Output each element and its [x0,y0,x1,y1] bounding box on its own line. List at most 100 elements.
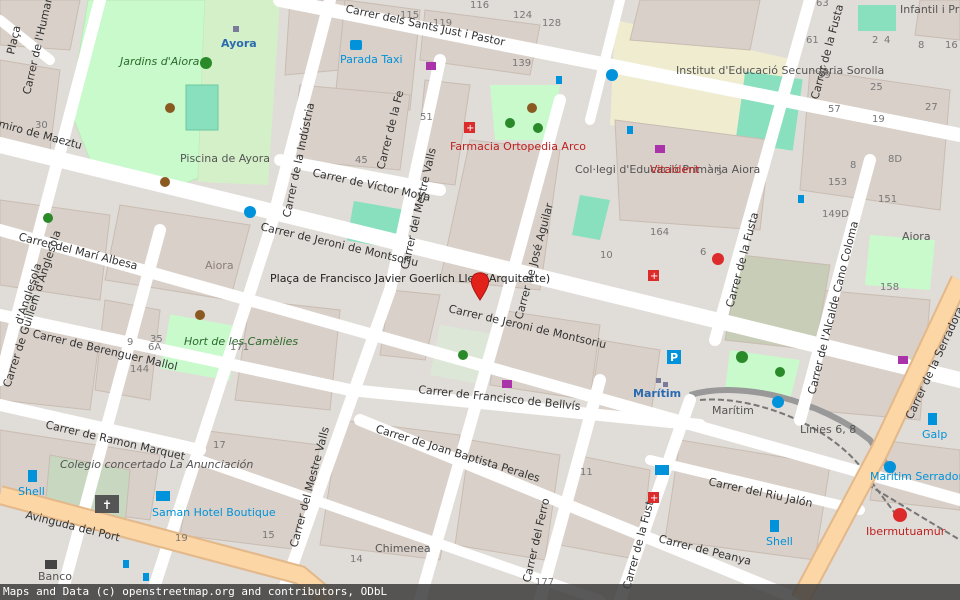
hospital-icon [893,508,907,522]
paw-icon [200,57,212,69]
house-number: 2 [872,35,878,46]
house-number: 19 [872,114,885,125]
playground-icon [43,213,53,223]
pharmacy-icon: + [464,122,475,134]
house-number: 116 [470,0,489,11]
house-number: 30 [35,120,48,131]
label-maritim-station: Marítim [633,387,681,400]
house-number: 158 [880,282,899,293]
bicycle-icon [772,396,784,408]
drinking-water-icon [195,310,205,320]
fuel-icon [28,470,37,482]
label-aiora-east: Aiora [902,230,931,243]
house-number: 10 [600,250,613,261]
label-aiora-area: Aiora [205,259,234,272]
svg-text:✝: ✝ [102,498,112,512]
label-banco: Banco [38,570,72,583]
hotel-icon [156,491,170,501]
house-number: 164 [650,227,669,238]
house-number: 61 [806,35,819,46]
drinking-water-icon [165,103,175,113]
drinking-water-icon [160,177,170,187]
house-number: 139 [512,58,531,69]
label-piscina: Piscina de Ayora [180,152,270,165]
svg-text:+: + [650,271,658,282]
house-number: 4 [884,35,890,46]
shopping-icon [426,62,436,70]
taxi-icon [350,40,362,50]
bus-stop-icon [143,573,149,581]
pharmacy-icon: + [648,492,659,504]
shopping-icon [898,356,908,364]
playground-icon [458,350,468,360]
house-number: 124 [513,10,532,21]
house-number: 9 [127,337,133,348]
label-jardins: Jardins d'Aiora [118,55,200,68]
bus-stop-icon [556,76,562,84]
label-ayora-station: Ayora [221,37,257,50]
label-shell-east: Shell [766,535,793,548]
bus-stop-icon [627,126,633,134]
house-number: 63 [816,0,829,9]
house-number: 11 [580,467,593,478]
playground-icon [533,123,543,133]
house-number: 51 [420,112,433,123]
house-number: 8 [850,160,856,171]
paw-icon [712,253,724,265]
house-number: 17 [213,440,226,451]
house-number: 149D [822,209,849,220]
bus-stop-icon [798,195,804,203]
house-number: 128 [542,18,561,29]
pharmacy-icon: + [648,270,659,282]
label-parada-taxi: Parada Taxi [340,53,403,66]
map-attribution: Maps and Data (c) openstreetmap.org and … [0,584,960,600]
parking-icon: P [667,350,681,364]
house-number: 19 [175,533,188,544]
house-number: 6 [700,247,706,258]
house-number: 6A [148,342,161,353]
house-number: 171 [230,342,249,353]
house-number: 119 [433,18,452,29]
bus-stop-icon [884,461,896,473]
playground-icon [775,367,785,377]
label-chimenea: Chimenea [375,542,431,555]
house-number: 57 [828,104,841,115]
house-number: 8 [918,40,924,51]
svg-text:+: + [466,123,474,134]
label-maritim-serradora: Marítim Serradora [870,470,960,483]
label-vitaldent: Vitaldent [650,163,700,176]
paw-icon [736,351,748,363]
label-saman: Saman Hotel Boutique [152,506,276,519]
house-number: 27 [925,102,938,113]
svg-text:P: P [670,351,678,364]
label-infantil: Infantil i Primària Serreria [900,3,960,16]
map-canvas[interactable]: Carrer de Jeroni de Montsoriu Carrer de … [0,0,960,600]
house-number: 5 [716,167,722,178]
house-number: 45 [355,155,368,166]
label-colegio: Colegio concertado La Anunciación [60,458,253,471]
bank-icon [45,560,57,569]
church-icon: ✝ [95,495,119,513]
house-number: 14 [350,554,363,565]
label-ibermutuamur: Ibermutuamur [866,525,946,538]
house-number: 15 [262,530,275,541]
playground-icon [505,118,515,128]
label-maritim-area: Marítim [712,404,754,417]
house-number: 16 [945,40,958,51]
bicycle-icon [244,206,256,218]
label-institut: Institut d'Educació Secundària Sorolla [676,64,884,77]
label-farmacia: Farmacia Ortopedia Arco [450,140,586,153]
label-linies: Línies 6, 8 [800,423,856,436]
fuel-icon [928,413,937,425]
house-number: 115 [400,10,419,21]
bicycle-icon [606,69,618,81]
hotel-icon [655,465,669,475]
house-number: 59 [818,70,831,81]
shopping-icon [655,145,665,153]
bus-stop-icon [123,560,129,568]
fuel-icon [770,520,779,532]
label-shell-west: Shell [18,485,45,498]
label-galp: Galp [922,428,947,441]
station-icon [233,26,239,32]
house-number: 153 [828,177,847,188]
